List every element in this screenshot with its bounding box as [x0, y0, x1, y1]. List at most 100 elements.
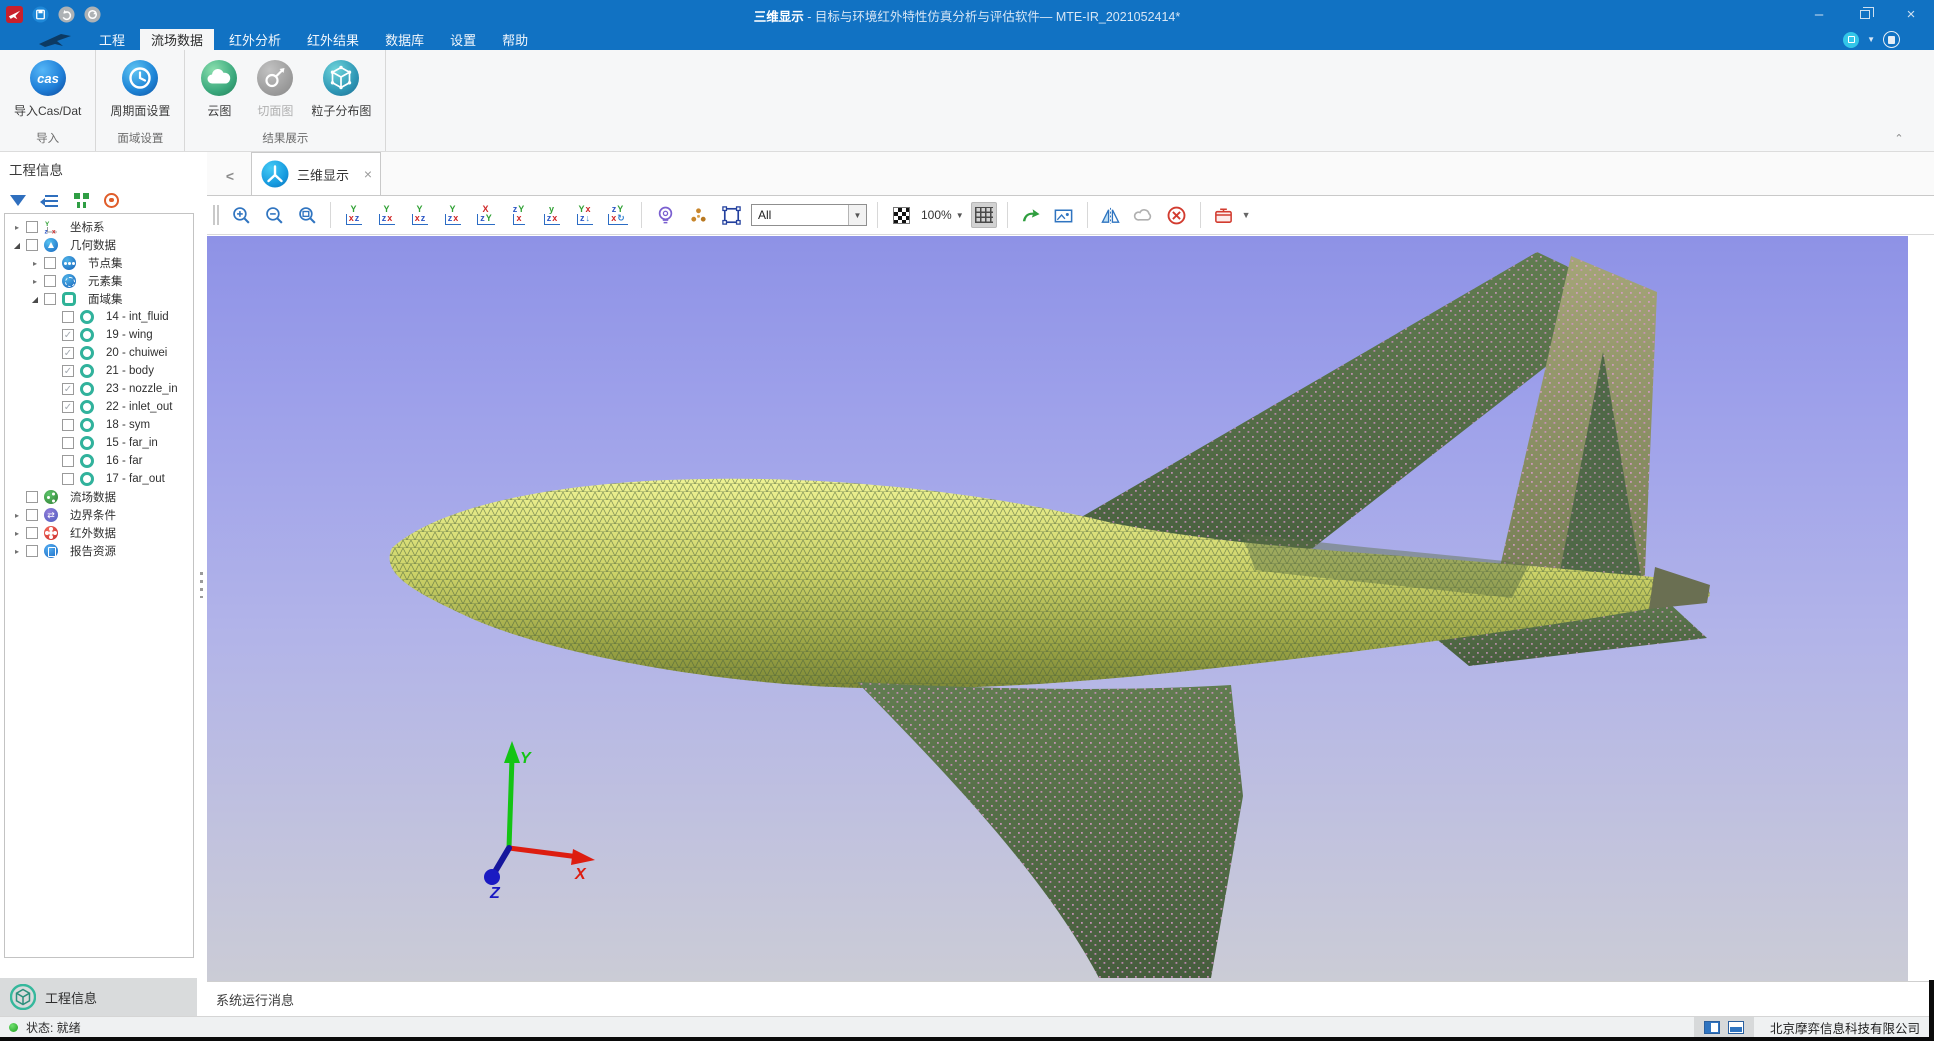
menu-item[interactable]: 红外结果 — [296, 29, 370, 50]
expand-arrow[interactable]: ▸ — [29, 277, 41, 286]
tree-item[interactable]: ▸节点集 — [5, 254, 193, 272]
mirror-button[interactable] — [1098, 202, 1124, 228]
expand-arrow[interactable]: ▸ — [11, 223, 23, 232]
tree-checkbox[interactable] — [26, 545, 38, 557]
smooth-button[interactable] — [1131, 202, 1157, 228]
tree-checkbox[interactable] — [62, 455, 74, 467]
view-left-button[interactable]: Yxz — [407, 202, 433, 228]
select-box-button[interactable] — [718, 202, 744, 228]
zoom-out-button[interactable] — [261, 202, 287, 228]
tree-item[interactable]: ✓22 - inlet_out — [5, 398, 193, 416]
menu-item[interactable]: 设置 — [439, 29, 487, 50]
menu-item[interactable]: 流场数据 — [140, 29, 214, 50]
view-top-button[interactable]: XzY — [473, 202, 499, 228]
restore-button[interactable] — [1842, 0, 1888, 29]
project-tree[interactable]: ▸Yzx坐标系◢几何数据▸节点集▸元素集◢面域集14 - int_fluid✓1… — [4, 213, 194, 958]
tree-checkbox[interactable] — [26, 509, 38, 521]
tree-item[interactable]: ✓20 - chuiwei — [5, 344, 193, 362]
tree-item[interactable]: ▸红外数据 — [5, 524, 193, 542]
expand-arrow[interactable]: ◢ — [29, 295, 41, 304]
chevron-down-icon[interactable]: ▼ — [1867, 35, 1875, 44]
theme-icon[interactable] — [1843, 32, 1859, 48]
tree-checkbox[interactable] — [26, 491, 38, 503]
tree-checkbox[interactable] — [62, 473, 74, 485]
splitter-handle[interactable] — [200, 572, 203, 598]
tree-item[interactable]: ✓19 - wing — [5, 326, 193, 344]
tree-item[interactable]: ▸报告资源 — [5, 542, 193, 560]
tree-item[interactable]: 17 - far_out — [5, 470, 193, 488]
minimize-button[interactable]: – — [1796, 0, 1842, 29]
tree-checkbox[interactable] — [44, 257, 56, 269]
menu-item[interactable]: 红外分析 — [218, 29, 292, 50]
export-arrow-button[interactable] — [1018, 202, 1044, 228]
ribbon-button[interactable]: cas导入Cas/Dat — [6, 56, 89, 121]
expand-arrow[interactable]: ▸ — [11, 529, 23, 538]
group-grid-icon[interactable] — [74, 193, 89, 208]
snapshot-button[interactable] — [1051, 202, 1077, 228]
ribbon-collapse-icon[interactable]: ⌃ — [1890, 131, 1908, 145]
close-button[interactable]: × — [1888, 0, 1934, 29]
tree-checkbox[interactable] — [26, 239, 38, 251]
tree-item[interactable]: ▸元素集 — [5, 272, 193, 290]
tree-item[interactable]: ▸边界条件 — [5, 506, 193, 524]
locate-target-icon[interactable] — [104, 193, 119, 208]
menu-item[interactable]: 帮助 — [491, 29, 539, 50]
tree-checkbox[interactable]: ✓ — [62, 365, 74, 377]
view-front-button[interactable]: Yxz — [341, 202, 367, 228]
tree-checkbox[interactable]: ✓ — [62, 347, 74, 359]
ribbon-button[interactable]: 粒子分布图 — [303, 56, 379, 121]
tree-checkbox[interactable] — [62, 419, 74, 431]
clear-results-button[interactable] — [1164, 202, 1190, 228]
filter-funnel-icon[interactable] — [10, 195, 26, 206]
tree-item[interactable]: 15 - far_in — [5, 434, 193, 452]
section-box-button[interactable] — [1211, 202, 1237, 228]
zoom-level-dropdown[interactable]: 100% ▼ — [921, 208, 964, 222]
tree-item[interactable]: 14 - int_fluid — [5, 308, 193, 326]
tree-item[interactable]: ◢面域集 — [5, 290, 193, 308]
menu-item[interactable]: 数据库 — [374, 29, 435, 50]
panel-splitter[interactable] — [197, 152, 207, 1016]
tree-checkbox[interactable]: ✓ — [62, 401, 74, 413]
chevron-down-icon[interactable]: ▼ — [1242, 210, 1251, 220]
combo-dropdown-icon[interactable]: ▼ — [848, 205, 866, 225]
tree-item[interactable]: 流场数据 — [5, 488, 193, 506]
tab-close-icon[interactable]: × — [364, 166, 372, 182]
view-back-button[interactable]: Yzx — [374, 202, 400, 228]
expand-arrow[interactable]: ▸ — [29, 259, 41, 268]
panel-footer-tab[interactable]: 工程信息 — [0, 978, 197, 1016]
tab-3d-view[interactable]: 三维显示 × — [251, 152, 381, 195]
help-book-icon[interactable] — [1883, 31, 1900, 48]
undo-button[interactable] — [56, 5, 76, 25]
tree-item[interactable]: ✓21 - body — [5, 362, 193, 380]
tree-checkbox[interactable] — [62, 311, 74, 323]
mesh-toggle-button[interactable] — [971, 202, 997, 228]
light-button[interactable] — [652, 202, 678, 228]
expand-arrow[interactable]: ◢ — [11, 241, 23, 250]
zoom-in-button[interactable] — [228, 202, 254, 228]
ribbon-button[interactable]: 云图 — [191, 56, 247, 121]
tree-item[interactable]: ◢几何数据 — [5, 236, 193, 254]
transparency-button[interactable] — [888, 202, 914, 228]
layout-bottom-panel-icon[interactable] — [1728, 1021, 1744, 1034]
tree-item[interactable]: 16 - far — [5, 452, 193, 470]
tree-item[interactable]: ▸Yzx坐标系 — [5, 218, 193, 236]
menu-item[interactable]: 工程 — [88, 29, 136, 50]
layout-left-panel-icon[interactable] — [1704, 1021, 1720, 1034]
app-icon[interactable] — [4, 5, 24, 25]
tree-checkbox[interactable] — [44, 275, 56, 287]
tree-checkbox[interactable] — [44, 293, 56, 305]
view-rotate-button[interactable]: zYx↻ — [605, 202, 631, 228]
tab-scroll-left-button[interactable]: < — [215, 161, 245, 191]
toolbar-drag-handle[interactable] — [213, 205, 219, 225]
tree-checkbox[interactable] — [26, 527, 38, 539]
view-rotate-down-button[interactable]: Yxz↓ — [572, 202, 598, 228]
tree-checkbox[interactable] — [26, 221, 38, 233]
ribbon-button[interactable]: 周期面设置 — [102, 56, 178, 121]
particle-trace-button[interactable] — [685, 202, 711, 228]
view-bottom-button[interactable]: zYx — [506, 202, 532, 228]
expand-arrow[interactable]: ▸ — [11, 511, 23, 520]
tree-checkbox[interactable] — [62, 437, 74, 449]
tree-checkbox[interactable]: ✓ — [62, 383, 74, 395]
tree-item[interactable]: 18 - sym — [5, 416, 193, 434]
view-right-button[interactable]: Yzx — [440, 202, 466, 228]
